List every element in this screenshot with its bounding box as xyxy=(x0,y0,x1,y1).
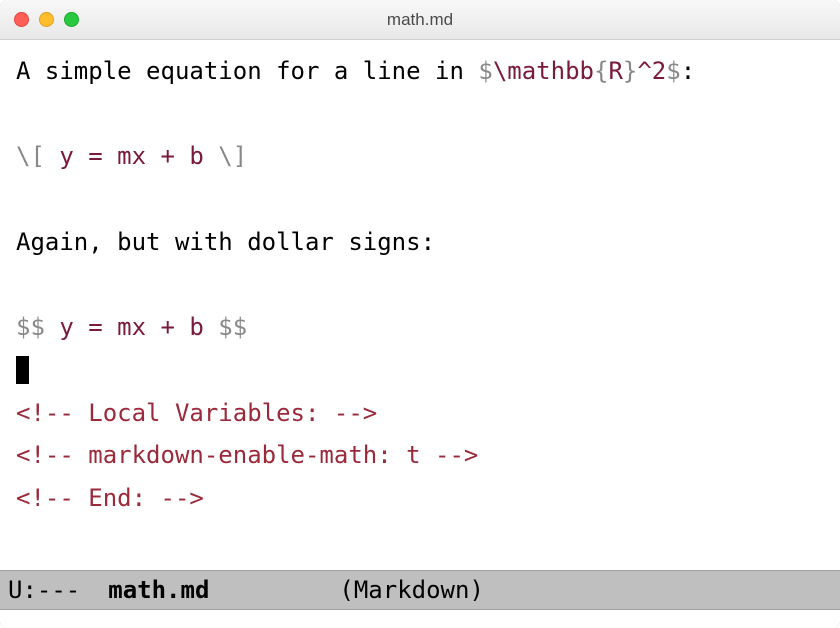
comment-line: <!-- markdown-enable-math: t --> xyxy=(16,441,478,469)
comment-body: Local Variables: xyxy=(74,399,334,427)
text-line: A simple equation for a line in $\mathbb… xyxy=(16,57,695,85)
modeline-status: U:--- xyxy=(8,576,80,604)
close-icon[interactable] xyxy=(14,12,29,27)
comment-open: <!-- xyxy=(16,441,74,469)
comment-open: <!-- xyxy=(16,484,74,512)
minimize-icon[interactable] xyxy=(39,12,54,27)
comment-close: --> xyxy=(334,399,377,427)
math-op: ^ xyxy=(637,57,651,85)
comment-close: --> xyxy=(161,484,204,512)
comment-line: <!-- End: --> xyxy=(16,484,204,512)
comment-line: <!-- Local Variables: --> xyxy=(16,399,377,427)
math-brace: } xyxy=(623,57,637,85)
math-keyword: \mathbb xyxy=(493,57,594,85)
minibuffer[interactable] xyxy=(0,610,840,628)
plain-text: : xyxy=(681,57,695,85)
titlebar[interactable]: math.md xyxy=(0,0,840,40)
math-body: y = mx + b xyxy=(45,313,218,341)
text-line: \[ y = mx + b \] xyxy=(16,142,247,170)
modeline-buffer-name: math.md xyxy=(108,576,209,604)
modeline[interactable]: U:--- math.md (Markdown) xyxy=(0,570,840,610)
window-title: math.md xyxy=(0,10,840,30)
math-body: y = mx + b xyxy=(45,142,218,170)
text-line: $$ y = mx + b $$ xyxy=(16,313,247,341)
math-delimiter: $$ xyxy=(218,313,247,341)
modeline-mode: (Markdown) xyxy=(339,576,484,604)
text-line: Again, but with dollar signs: xyxy=(16,228,435,256)
cursor xyxy=(16,356,29,384)
math-delimiter: $ xyxy=(478,57,492,85)
comment-close: --> xyxy=(435,441,478,469)
zoom-icon[interactable] xyxy=(64,12,79,27)
comment-body: markdown-enable-math: t xyxy=(74,441,435,469)
math-delimiter: $ xyxy=(666,57,680,85)
editor-area[interactable]: A simple equation for a line in $\mathbb… xyxy=(0,40,840,570)
plain-text: A simple equation for a line in xyxy=(16,57,478,85)
math-var: R xyxy=(608,57,622,85)
math-num: 2 xyxy=(652,57,666,85)
math-brace: { xyxy=(594,57,608,85)
emacs-window: math.md A simple equation for a line in … xyxy=(0,0,840,628)
comment-body: End: xyxy=(74,484,161,512)
traffic-lights xyxy=(14,12,79,27)
math-delimiter: \] xyxy=(218,142,247,170)
comment-open: <!-- xyxy=(16,399,74,427)
math-delimiter: $$ xyxy=(16,313,45,341)
math-delimiter: \[ xyxy=(16,142,45,170)
